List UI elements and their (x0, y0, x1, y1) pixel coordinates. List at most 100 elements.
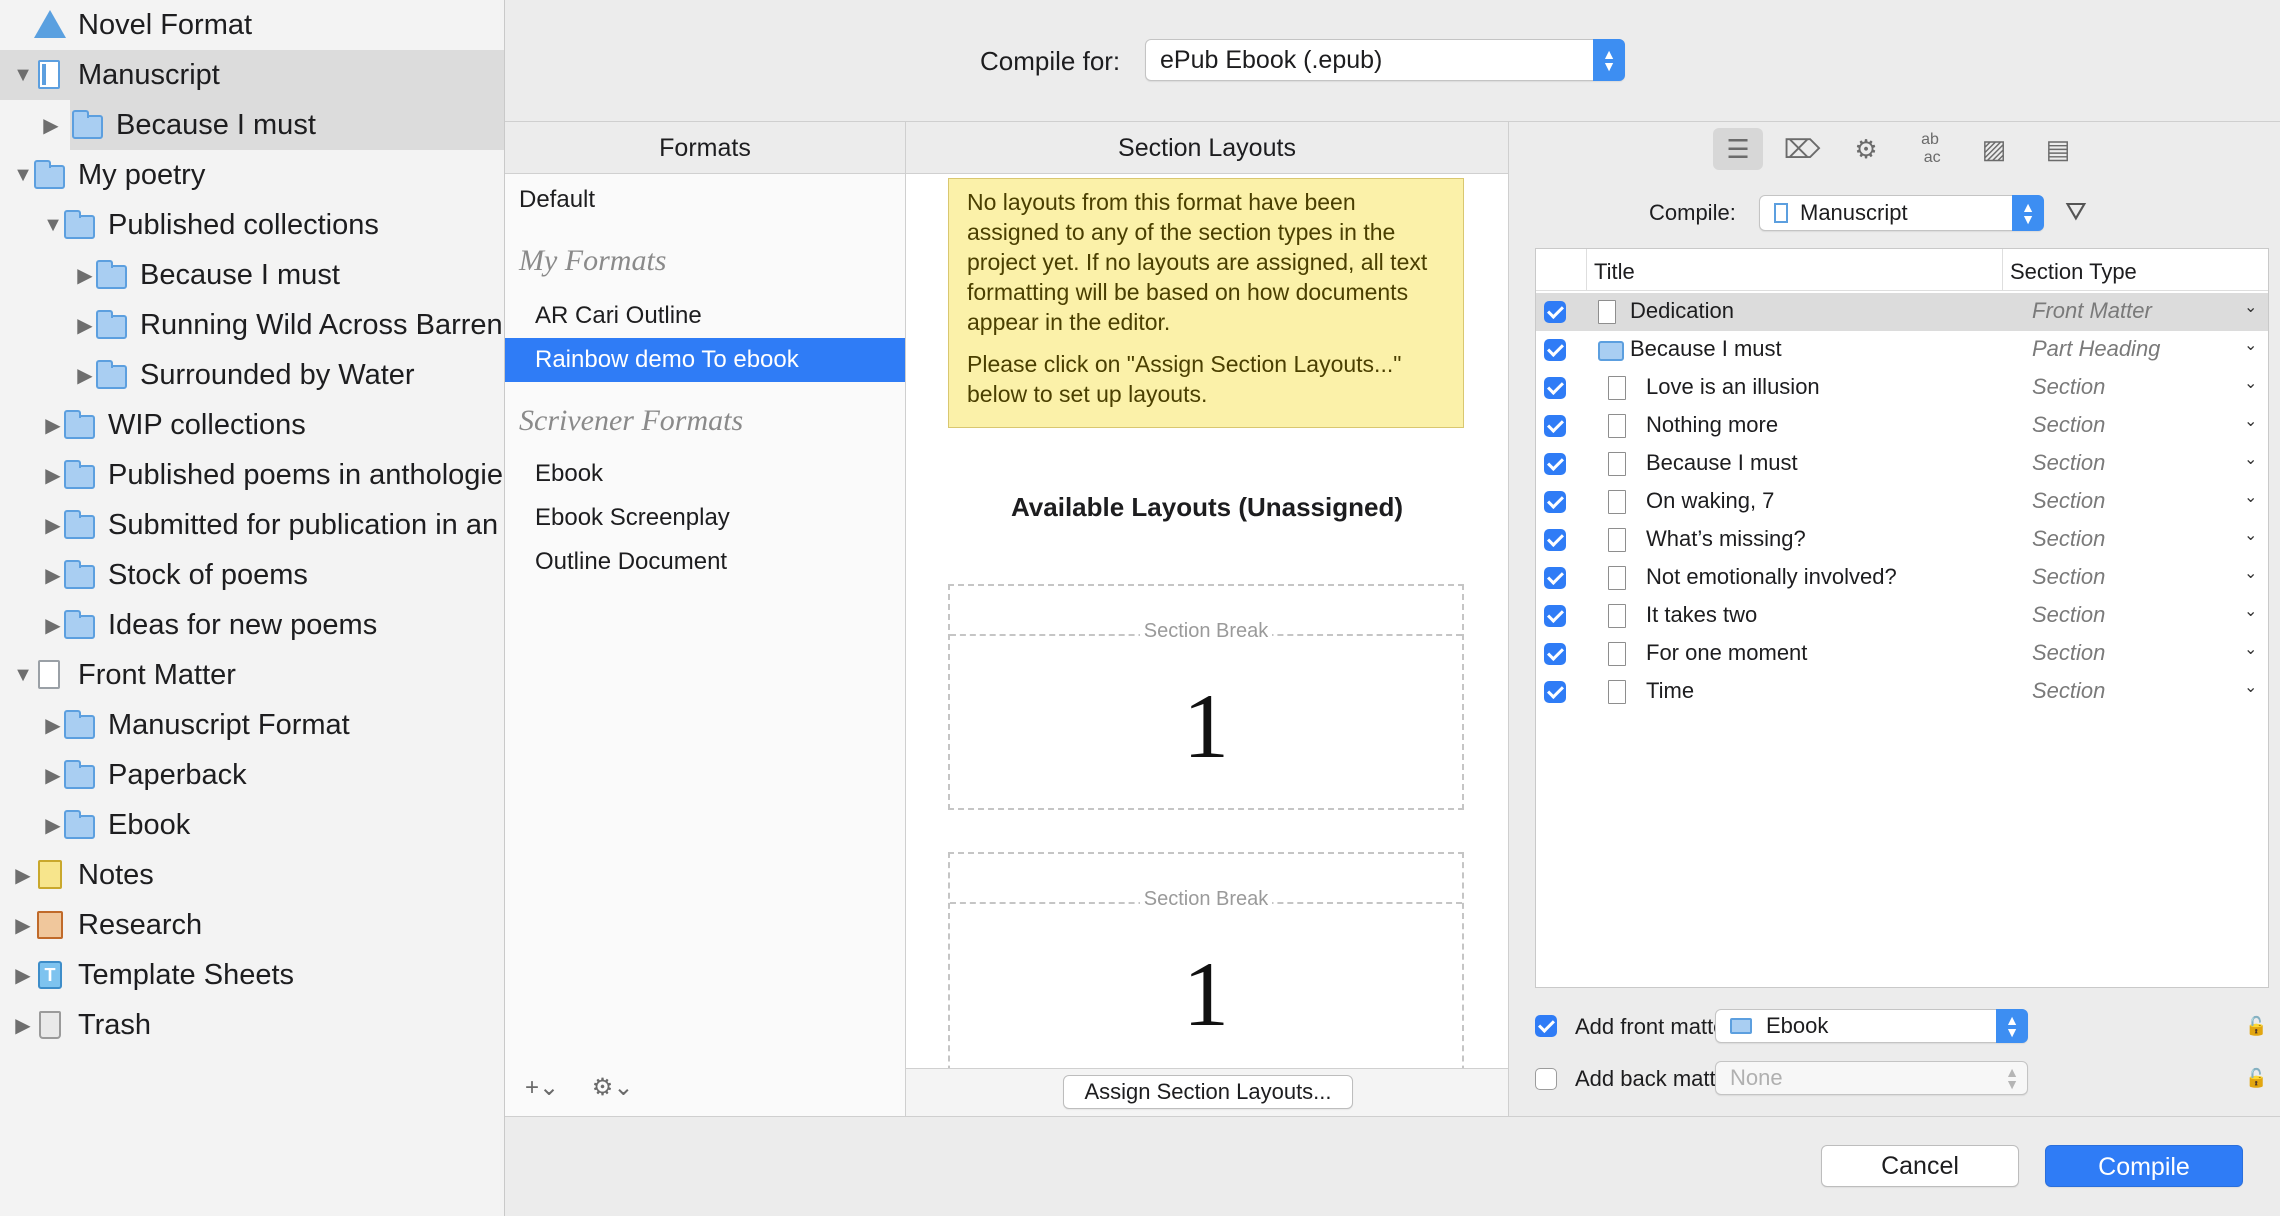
metadata-icon[interactable]: ▤ (2033, 128, 2083, 170)
row-section-type[interactable]: Front Matter (2032, 298, 2152, 324)
include-checkbox[interactable] (1544, 643, 1566, 665)
chevron-down-icon[interactable]: ⌄ (2244, 297, 2257, 317)
binder-item-wip-collections[interactable]: ▶ WIP collections (0, 400, 504, 450)
chevron-down-icon[interactable]: ⌄ (2244, 563, 2257, 583)
binder-item-submitted[interactable]: ▶ Submitted for publication in an (0, 500, 504, 550)
chevron-down-icon[interactable]: ⌄ (2244, 677, 2257, 697)
row-section-type[interactable]: Section (2032, 526, 2105, 552)
format-rainbow-demo[interactable]: Rainbow demo To ebook (505, 338, 905, 382)
disclosure-closed-icon[interactable]: ▶ (74, 313, 96, 338)
include-checkbox[interactable] (1544, 377, 1566, 399)
chevron-down-icon[interactable]: ⌄ (2244, 525, 2257, 545)
binder-item-notes[interactable]: ▶ Notes (0, 850, 504, 900)
binder-item-novel-format[interactable]: Novel Format (0, 0, 504, 50)
disclosure-closed-icon[interactable]: ▶ (42, 713, 64, 738)
options-gear-icon[interactable]: ⚙ (1841, 128, 1891, 170)
include-checkbox[interactable] (1544, 339, 1566, 361)
include-checkbox[interactable] (1544, 415, 1566, 437)
disclosure-closed-icon[interactable]: ▶ (40, 113, 62, 138)
binder-item-paperback[interactable]: ▶ Paperback (0, 750, 504, 800)
row-section-type[interactable]: Part Heading (2032, 336, 2160, 362)
binder-item-front-matter[interactable]: ▼ Front Matter (0, 650, 504, 700)
chevron-down-icon[interactable]: ⌄ (2244, 601, 2257, 621)
layout-preview[interactable]: Section Break 1 (948, 852, 1464, 1092)
disclosure-open-icon[interactable]: ▼ (42, 214, 64, 237)
replacements-icon[interactable]: ab ac (1905, 128, 1955, 170)
binder-item-running-wild[interactable]: ▶ Running Wild Across Barren (0, 300, 504, 350)
table-row[interactable]: Love is an illusion Section ⌄ (1536, 369, 2268, 407)
disclosure-closed-icon[interactable]: ▶ (42, 463, 64, 488)
row-section-type[interactable]: Section (2032, 564, 2105, 590)
row-section-type[interactable]: Section (2032, 488, 2105, 514)
lock-icon[interactable]: 🔓 (2245, 1016, 2267, 1037)
include-checkbox[interactable] (1544, 567, 1566, 589)
table-row[interactable]: Because I must Section ⌄ (1536, 445, 2268, 483)
binder-item-template-sheets[interactable]: ▶ T Template Sheets (0, 950, 504, 1000)
cancel-button[interactable]: Cancel (1821, 1145, 2019, 1187)
binder-item-published-collections[interactable]: ▼ Published collections (0, 200, 504, 250)
disclosure-closed-icon[interactable]: ▶ (42, 563, 64, 588)
chevron-down-icon[interactable]: ⌄ (2244, 335, 2257, 355)
cover-image-icon[interactable]: ▨ (1969, 128, 2019, 170)
disclosure-closed-icon[interactable]: ▶ (12, 913, 34, 938)
table-row[interactable]: What’s missing? Section ⌄ (1536, 521, 2268, 559)
chevron-down-icon[interactable]: ⌄ (2244, 449, 2257, 469)
column-section-type[interactable]: Section Type (2010, 259, 2137, 285)
disclosure-closed-icon[interactable]: ▶ (74, 363, 96, 388)
binder-item-because-i-must-2[interactable]: ▶ Because I must (0, 250, 504, 300)
binder-item-my-poetry[interactable]: ▼ My poetry (0, 150, 504, 200)
chevron-down-icon[interactable]: ⌄ (2244, 373, 2257, 393)
binder-item-manuscript[interactable]: ▼ Manuscript (0, 50, 504, 100)
format-ebook[interactable]: Ebook (505, 452, 905, 496)
disclosure-open-icon[interactable]: ▼ (12, 164, 34, 187)
table-row[interactable]: Because I must Part Heading ⌄ (1536, 331, 2268, 369)
binder-item-because-i-must[interactable]: ▶ Because I must (43, 100, 504, 150)
compile-for-select[interactable]: ePub Ebook (.epub) ▲ ▼ (1145, 39, 1625, 81)
label-tag-icon[interactable]: ⌦ (1777, 128, 1827, 170)
disclosure-closed-icon[interactable]: ▶ (12, 1013, 34, 1038)
row-section-type[interactable]: Section (2032, 374, 2105, 400)
format-ar-cari-outline[interactable]: AR Cari Outline (505, 294, 905, 338)
layout-preview[interactable]: Section Break 1 (948, 584, 1464, 810)
disclosure-closed-icon[interactable]: ▶ (42, 513, 64, 538)
back-matter-select[interactable]: None ▲ ▼ (1715, 1061, 2028, 1095)
add-back-matter-checkbox[interactable] (1535, 1068, 1557, 1090)
include-checkbox[interactable] (1544, 491, 1566, 513)
row-section-type[interactable]: Section (2032, 602, 2105, 628)
disclosure-closed-icon[interactable]: ▶ (42, 413, 64, 438)
front-matter-select[interactable]: Ebook ▲ ▼ (1715, 1009, 2028, 1043)
disclosure-closed-icon[interactable]: ▶ (74, 263, 96, 288)
disclosure-closed-icon[interactable]: ▶ (42, 613, 64, 638)
contents-list-icon[interactable]: ☰ (1713, 128, 1763, 170)
include-checkbox[interactable] (1544, 529, 1566, 551)
chevron-down-icon[interactable]: ⌄ (2244, 411, 2257, 431)
binder-item-ideas[interactable]: ▶ Ideas for new poems (0, 600, 504, 650)
filter-icon[interactable]: ⛛ (2065, 196, 2087, 228)
table-row[interactable]: Not emotionally involved? Section ⌄ (1536, 559, 2268, 597)
disclosure-open-icon[interactable]: ▼ (12, 664, 34, 687)
disclosure-closed-icon[interactable]: ▶ (42, 763, 64, 788)
lock-icon[interactable]: 🔓 (2245, 1068, 2267, 1089)
table-row[interactable]: Dedication Front Matter ⌄ (1536, 293, 2268, 331)
disclosure-open-icon[interactable]: ▼ (12, 64, 34, 87)
format-ebook-screenplay[interactable]: Ebook Screenplay (505, 496, 905, 540)
row-section-type[interactable]: Section (2032, 640, 2105, 666)
disclosure-closed-icon[interactable]: ▶ (12, 963, 34, 988)
column-title[interactable]: Title (1594, 259, 1635, 285)
binder-item-manuscript-format[interactable]: ▶ Manuscript Format (0, 700, 504, 750)
binder-item-research[interactable]: ▶ Research (0, 900, 504, 950)
compile-group-select[interactable]: Manuscript ▲ ▼ (1759, 195, 2044, 231)
table-row[interactable]: Nothing more Section ⌄ (1536, 407, 2268, 445)
binder-item-ebook[interactable]: ▶ Ebook (0, 800, 504, 850)
format-gear-icon[interactable]: ⚙⌄ (592, 1074, 634, 1101)
table-row[interactable]: It takes two Section ⌄ (1536, 597, 2268, 635)
disclosure-closed-icon[interactable]: ▶ (12, 863, 34, 888)
assign-section-layouts-button[interactable]: Assign Section Layouts... (1063, 1075, 1353, 1109)
table-row[interactable]: Time Section ⌄ (1536, 673, 2268, 711)
format-outline-document[interactable]: Outline Document (505, 540, 905, 584)
include-checkbox[interactable] (1544, 453, 1566, 475)
binder-item-trash[interactable]: ▶ Trash (0, 1000, 504, 1050)
row-section-type[interactable]: Section (2032, 412, 2105, 438)
add-format-icon[interactable]: +⌄ (525, 1074, 559, 1101)
format-default[interactable]: Default (505, 178, 905, 222)
